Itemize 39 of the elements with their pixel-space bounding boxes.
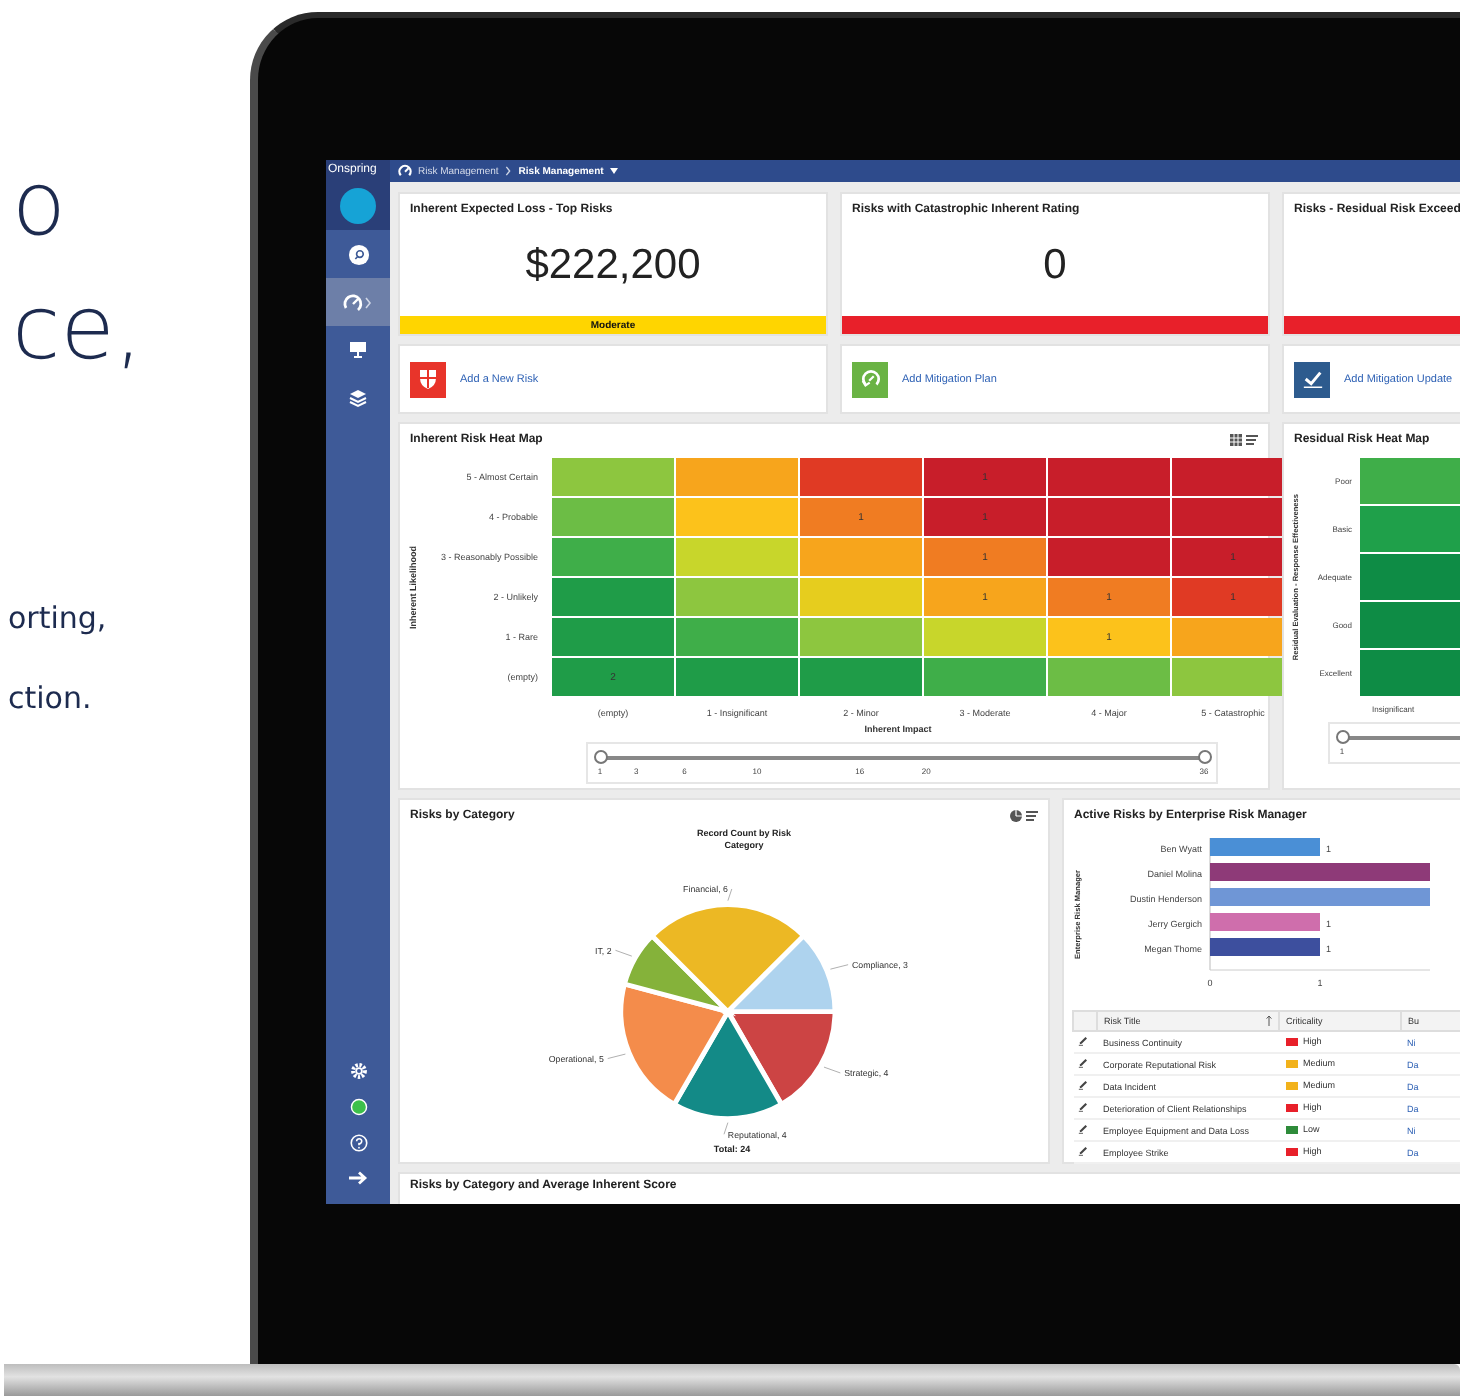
caret-down-icon[interactable] <box>609 168 618 174</box>
promo-body-line: ction. <box>8 680 92 716</box>
help-icon[interactable] <box>349 1133 367 1151</box>
kpi-value: $222,200 <box>525 242 701 290</box>
leader-line <box>830 964 849 970</box>
search-icon <box>347 243 369 265</box>
promo-heading-line: ce, <box>12 280 143 380</box>
edit-icon[interactable] <box>1077 1080 1087 1090</box>
layers-icon <box>348 388 368 408</box>
grid-icon[interactable] <box>1230 434 1242 446</box>
edit-icon[interactable] <box>1077 1146 1087 1156</box>
sort-arrow-icon <box>1266 1016 1272 1026</box>
leader-line <box>607 1053 626 1059</box>
edit-icon[interactable] <box>1077 1058 1087 1068</box>
arrow-right-icon[interactable] <box>348 1170 368 1186</box>
edit-icon[interactable] <box>1077 1124 1087 1134</box>
promo-heading-line: o <box>12 156 66 256</box>
leader-line <box>823 1066 841 1074</box>
avatar-icon[interactable] <box>340 188 376 224</box>
list-icon[interactable] <box>1246 434 1258 446</box>
promo-body-line: orting, <box>8 600 107 636</box>
slider-thumb[interactable] <box>593 750 607 764</box>
slider-thumb[interactable] <box>1335 730 1349 744</box>
gauge-icon <box>342 291 374 313</box>
presentation-icon <box>348 340 368 360</box>
leader-line <box>723 1122 729 1135</box>
slider-thumb[interactable] <box>1197 750 1211 764</box>
gauge-icon <box>398 164 412 178</box>
sidebar-item[interactable] <box>326 278 390 326</box>
edit-icon[interactable] <box>1077 1102 1087 1112</box>
pie-chart-icon[interactable] <box>1010 810 1022 822</box>
leader-line <box>615 949 633 957</box>
edit-icon[interactable] <box>1077 1036 1087 1046</box>
kpi-value: 0 <box>1043 242 1067 290</box>
list-icon[interactable] <box>1026 810 1038 822</box>
settings-icon[interactable] <box>349 1061 367 1079</box>
chevron-right-icon <box>504 166 513 176</box>
status-dot-icon <box>349 1097 367 1115</box>
leader-line <box>727 888 733 902</box>
